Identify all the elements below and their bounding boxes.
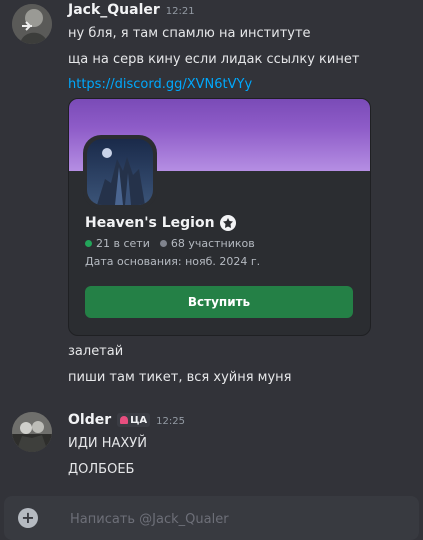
server-stats: 21 в сети 68 участников	[85, 237, 255, 250]
username[interactable]: Jack_Qualer 12:21	[68, 2, 195, 18]
online-count: 21 в сети	[96, 237, 150, 250]
timestamp: 12:25	[156, 416, 185, 427]
avatar-image	[12, 412, 52, 452]
avatar-image	[12, 4, 52, 44]
message-text: пиши там тикет, вся хуйня муня	[68, 370, 292, 385]
server-name: Heaven's Legion	[85, 215, 236, 231]
role-badge[interactable]: ЦА	[117, 413, 151, 427]
server-badge-icon	[219, 215, 236, 231]
server-invite-card: Heaven's Legion 21 в сети 68 участников …	[68, 98, 371, 336]
message-text: ИДИ НАХУЙ	[68, 436, 147, 451]
message-text: ДОЛБОЕБ	[68, 462, 135, 477]
username-text[interactable]: Jack_Qualer	[68, 2, 160, 18]
message-text: ща на серв кину если лидак ссылку кинет	[68, 52, 360, 67]
avatar[interactable]	[12, 412, 52, 452]
invite-link[interactable]: https://discord.gg/XVN6tVYy	[68, 77, 252, 92]
username[interactable]: Older ЦА 12:25	[68, 412, 185, 428]
server-name-text: Heaven's Legion	[85, 215, 215, 231]
avatar[interactable]	[12, 4, 52, 44]
founded-date: Дата основания: нояб. 2024 г.	[85, 255, 261, 268]
message-text: залетай	[68, 344, 124, 359]
members-dot-icon	[159, 240, 167, 247]
online-dot-icon	[85, 240, 92, 247]
plus-icon: +	[21, 508, 35, 527]
mushroom-icon	[120, 416, 129, 424]
add-attachment-button[interactable]: +	[18, 508, 38, 528]
server-icon[interactable]	[83, 135, 157, 209]
role-tag-text: ЦА	[130, 414, 148, 426]
join-button[interactable]: Вступить	[85, 286, 353, 318]
message-text: ну бля, я там спамлю на институте	[68, 26, 311, 41]
timestamp: 12:21	[165, 6, 195, 17]
server-castle-icon	[87, 139, 153, 205]
member-count: 68 участников	[170, 237, 255, 250]
message-composer: +	[4, 496, 419, 540]
username-text[interactable]: Older	[68, 412, 111, 428]
